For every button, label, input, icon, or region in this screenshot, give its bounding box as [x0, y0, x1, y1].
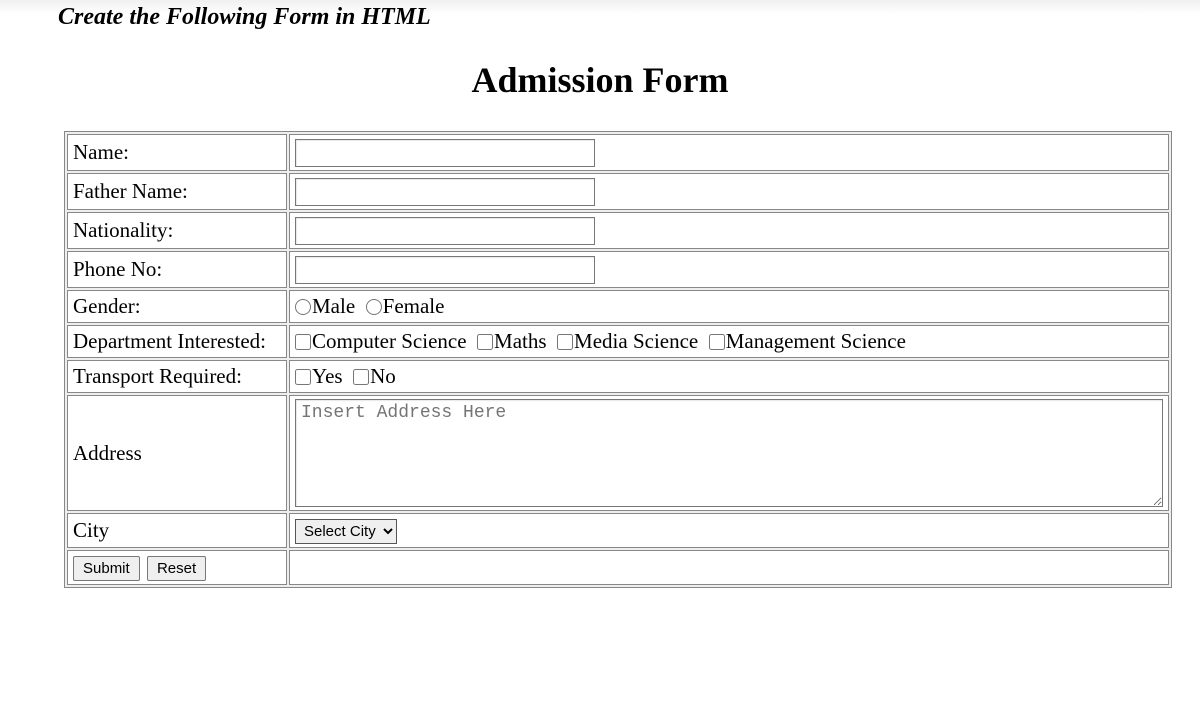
gender-female-radio[interactable] [366, 299, 382, 315]
gender-male-radio[interactable] [295, 299, 311, 315]
admission-form-table: Name: Father Name: Nationality: Phone No… [64, 131, 1172, 588]
submit-button[interactable]: Submit [73, 556, 140, 581]
dept-media-label: Media Science [574, 329, 698, 353]
reset-button[interactable]: Reset [147, 556, 206, 581]
phone-input[interactable] [295, 256, 595, 284]
dept-media-checkbox[interactable] [557, 334, 573, 350]
address-textarea[interactable] [295, 399, 1163, 507]
father-name-input[interactable] [295, 178, 595, 206]
transport-no-label: No [370, 364, 396, 388]
dept-maths-label: Maths [494, 329, 547, 353]
father-name-label: Father Name: [67, 173, 287, 210]
dept-mgmt-label: Management Science [726, 329, 906, 353]
department-label: Department Interested: [67, 325, 287, 358]
nationality-label: Nationality: [67, 212, 287, 249]
dept-cs-label: Computer Science [312, 329, 467, 353]
city-select[interactable]: Select City [295, 519, 397, 544]
dept-mgmt-checkbox[interactable] [709, 334, 725, 350]
instruction-text: Create the Following Form in HTML [0, 0, 1200, 35]
address-label: Address [67, 395, 287, 511]
dept-cs-checkbox[interactable] [295, 334, 311, 350]
nationality-input[interactable] [295, 217, 595, 245]
city-label: City [67, 513, 287, 548]
name-label: Name: [67, 134, 287, 171]
transport-no-checkbox[interactable] [353, 369, 369, 385]
gender-label: Gender: [67, 290, 287, 323]
transport-label: Transport Required: [67, 360, 287, 393]
form-heading: Admission Form [0, 59, 1200, 101]
gender-male-label: Male [312, 294, 355, 318]
transport-yes-label: Yes [312, 364, 343, 388]
name-input[interactable] [295, 139, 595, 167]
transport-yes-checkbox[interactable] [295, 369, 311, 385]
gender-female-label: Female [383, 294, 445, 318]
phone-label: Phone No: [67, 251, 287, 288]
dept-maths-checkbox[interactable] [477, 334, 493, 350]
